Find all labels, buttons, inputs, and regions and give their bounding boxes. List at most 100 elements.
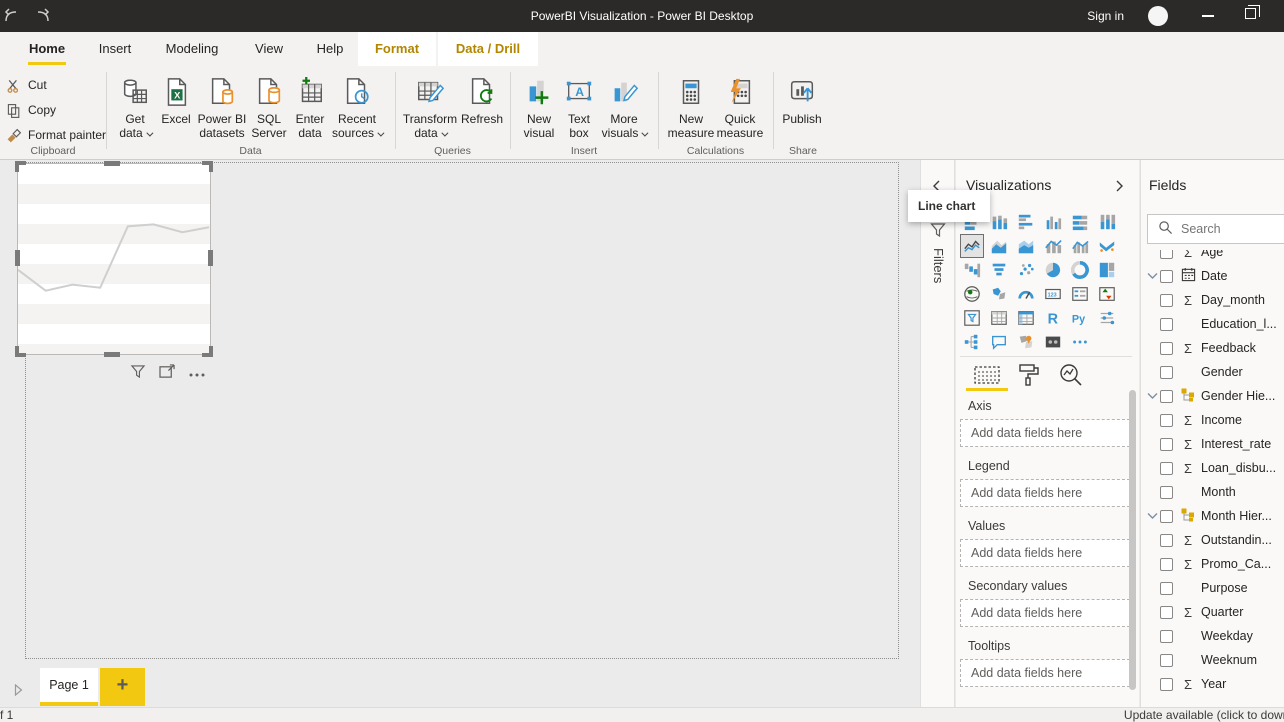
field-checkbox[interactable] — [1160, 677, 1173, 691]
card-icon[interactable]: 123 — [1041, 282, 1065, 306]
map-icon[interactable] — [960, 282, 984, 306]
resize-handle[interactable] — [15, 346, 26, 357]
r-script-visual-icon[interactable]: R — [1041, 306, 1065, 330]
format-tab[interactable] — [1012, 362, 1046, 388]
field-item-purpose[interactable]: Purpose — [1141, 576, 1284, 600]
filters-pane-title[interactable]: Filters — [931, 248, 946, 283]
field-checkbox[interactable] — [1160, 581, 1173, 595]
field-checkbox[interactable] — [1160, 413, 1173, 427]
stacked-column-chart-icon[interactable] — [987, 210, 1011, 234]
filter-icon[interactable] — [130, 364, 146, 382]
copy-button[interactable]: Copy — [6, 99, 56, 121]
field-checkbox[interactable] — [1160, 557, 1173, 571]
tab-help[interactable]: Help — [315, 32, 345, 66]
more-visuals-button[interactable]: More visuals — [592, 74, 656, 140]
resize-handle[interactable] — [202, 161, 213, 172]
collapse-pane-icon[interactable] — [1114, 180, 1124, 195]
donut-chart-icon[interactable] — [1068, 258, 1092, 282]
update-available-link[interactable]: Update available (click to downl — [1124, 708, 1284, 722]
field-checkbox[interactable] — [1160, 629, 1173, 643]
filled-map-icon[interactable] — [987, 282, 1011, 306]
field-item-weekday[interactable]: Weekday — [1141, 624, 1284, 648]
field-checkbox[interactable] — [1160, 317, 1173, 331]
100-stacked-bar-chart-icon[interactable] — [1068, 210, 1092, 234]
field-item-outstandin-[interactable]: Σ Outstandin... — [1141, 528, 1284, 552]
field-item-education-l-[interactable]: Education_l... — [1141, 312, 1284, 336]
field-item-day-month[interactable]: Σ Day_month — [1141, 288, 1284, 312]
resize-handle[interactable] — [208, 250, 213, 266]
field-checkbox[interactable] — [1160, 389, 1173, 403]
area-chart-icon[interactable] — [987, 234, 1011, 258]
arcgis-map-icon[interactable] — [1014, 330, 1038, 354]
treemap-icon[interactable] — [1095, 258, 1119, 282]
search-box[interactable] — [1147, 214, 1284, 244]
more-options-icon[interactable] — [189, 366, 205, 380]
kpi-icon[interactable] — [1095, 282, 1119, 306]
focus-mode-icon[interactable] — [159, 364, 176, 382]
scatter-chart-icon[interactable] — [1014, 258, 1038, 282]
100-stacked-column-chart-icon[interactable] — [1095, 210, 1119, 234]
restore-icon[interactable] — [1245, 5, 1260, 19]
decomposition-tree-icon[interactable] — [960, 330, 984, 354]
funnel-chart-icon[interactable] — [987, 258, 1011, 282]
python-visual-icon[interactable]: Py — [1068, 306, 1092, 330]
key-influencers-icon[interactable] — [1095, 306, 1119, 330]
field-item-month[interactable]: Month — [1141, 480, 1284, 504]
search-input[interactable] — [1181, 222, 1284, 236]
q-and-a-icon[interactable] — [987, 330, 1011, 354]
page-tab[interactable]: Page 1 — [40, 668, 98, 706]
field-item-income[interactable]: Σ Income — [1141, 408, 1284, 432]
line-and-stacked-column-chart-icon[interactable] — [1041, 234, 1065, 258]
field-checkbox[interactable] — [1160, 437, 1173, 451]
table-icon[interactable] — [987, 306, 1011, 330]
tab-format[interactable]: Format — [358, 32, 436, 66]
slicer-icon[interactable] — [960, 306, 984, 330]
resize-handle[interactable] — [15, 161, 26, 172]
clustered-column-chart-icon[interactable] — [1041, 210, 1065, 234]
line-and-clustered-column-chart-icon[interactable] — [1068, 234, 1092, 258]
sign-in-button[interactable]: Sign in — [1087, 0, 1124, 32]
well-dropzone-values[interactable]: Add data fields here — [960, 539, 1130, 567]
scrollbar[interactable] — [1129, 390, 1136, 690]
quick-measure-button[interactable]: Quick measure — [708, 74, 772, 140]
gauge-icon[interactable] — [1014, 282, 1038, 306]
ribbon-chart-icon[interactable] — [1095, 234, 1119, 258]
more-options-icon[interactable] — [1068, 330, 1092, 354]
refresh-button[interactable]: Refresh — [450, 74, 514, 126]
paginated-report-icon[interactable] — [1041, 330, 1065, 354]
field-item-weeknum[interactable]: Weeknum — [1141, 648, 1284, 672]
minimize-icon[interactable] — [1202, 15, 1214, 17]
resize-handle[interactable] — [104, 352, 120, 357]
tab-modeling[interactable]: Modeling — [163, 32, 221, 66]
field-item-age[interactable]: Σ Age — [1141, 250, 1284, 264]
field-checkbox[interactable] — [1160, 250, 1173, 259]
well-dropzone-axis[interactable]: Add data fields here — [960, 419, 1130, 447]
line-chart-visual[interactable] — [15, 161, 213, 357]
field-item-gender-hie-[interactable]: Gender Hie... — [1141, 384, 1284, 408]
resize-handle[interactable] — [202, 346, 213, 357]
field-item-year[interactable]: Σ Year — [1141, 672, 1284, 696]
resize-handle[interactable] — [15, 250, 20, 266]
avatar[interactable] — [1148, 6, 1168, 26]
field-checkbox[interactable] — [1160, 365, 1173, 379]
pie-chart-icon[interactable] — [1041, 258, 1065, 282]
matrix-icon[interactable] — [1014, 306, 1038, 330]
field-item-month-hier-[interactable]: Month Hier... — [1141, 504, 1284, 528]
tab-home[interactable]: Home — [28, 32, 66, 66]
field-checkbox[interactable] — [1160, 293, 1173, 307]
tab-data-drill[interactable]: Data / Drill — [438, 32, 538, 66]
add-page-button[interactable]: + — [100, 668, 145, 706]
fields-wells-tab[interactable] — [966, 362, 1008, 391]
field-checkbox[interactable] — [1160, 509, 1173, 523]
line-chart-icon[interactable] — [960, 234, 984, 258]
format-painter-button[interactable]: Format painter — [6, 124, 106, 146]
expand-chevron-icon[interactable] — [1144, 272, 1160, 280]
well-dropzone-secondary-values[interactable]: Add data fields here — [960, 599, 1130, 627]
recent-sources-button[interactable]: Recent sources — [325, 74, 389, 140]
expand-chevron-icon[interactable] — [1144, 392, 1160, 400]
resize-handle[interactable] — [104, 161, 120, 166]
report-canvas[interactable]: Page 1 + — [0, 160, 920, 707]
field-checkbox[interactable] — [1160, 269, 1173, 283]
clustered-bar-chart-icon[interactable] — [1014, 210, 1038, 234]
tab-view[interactable]: View — [253, 32, 285, 66]
